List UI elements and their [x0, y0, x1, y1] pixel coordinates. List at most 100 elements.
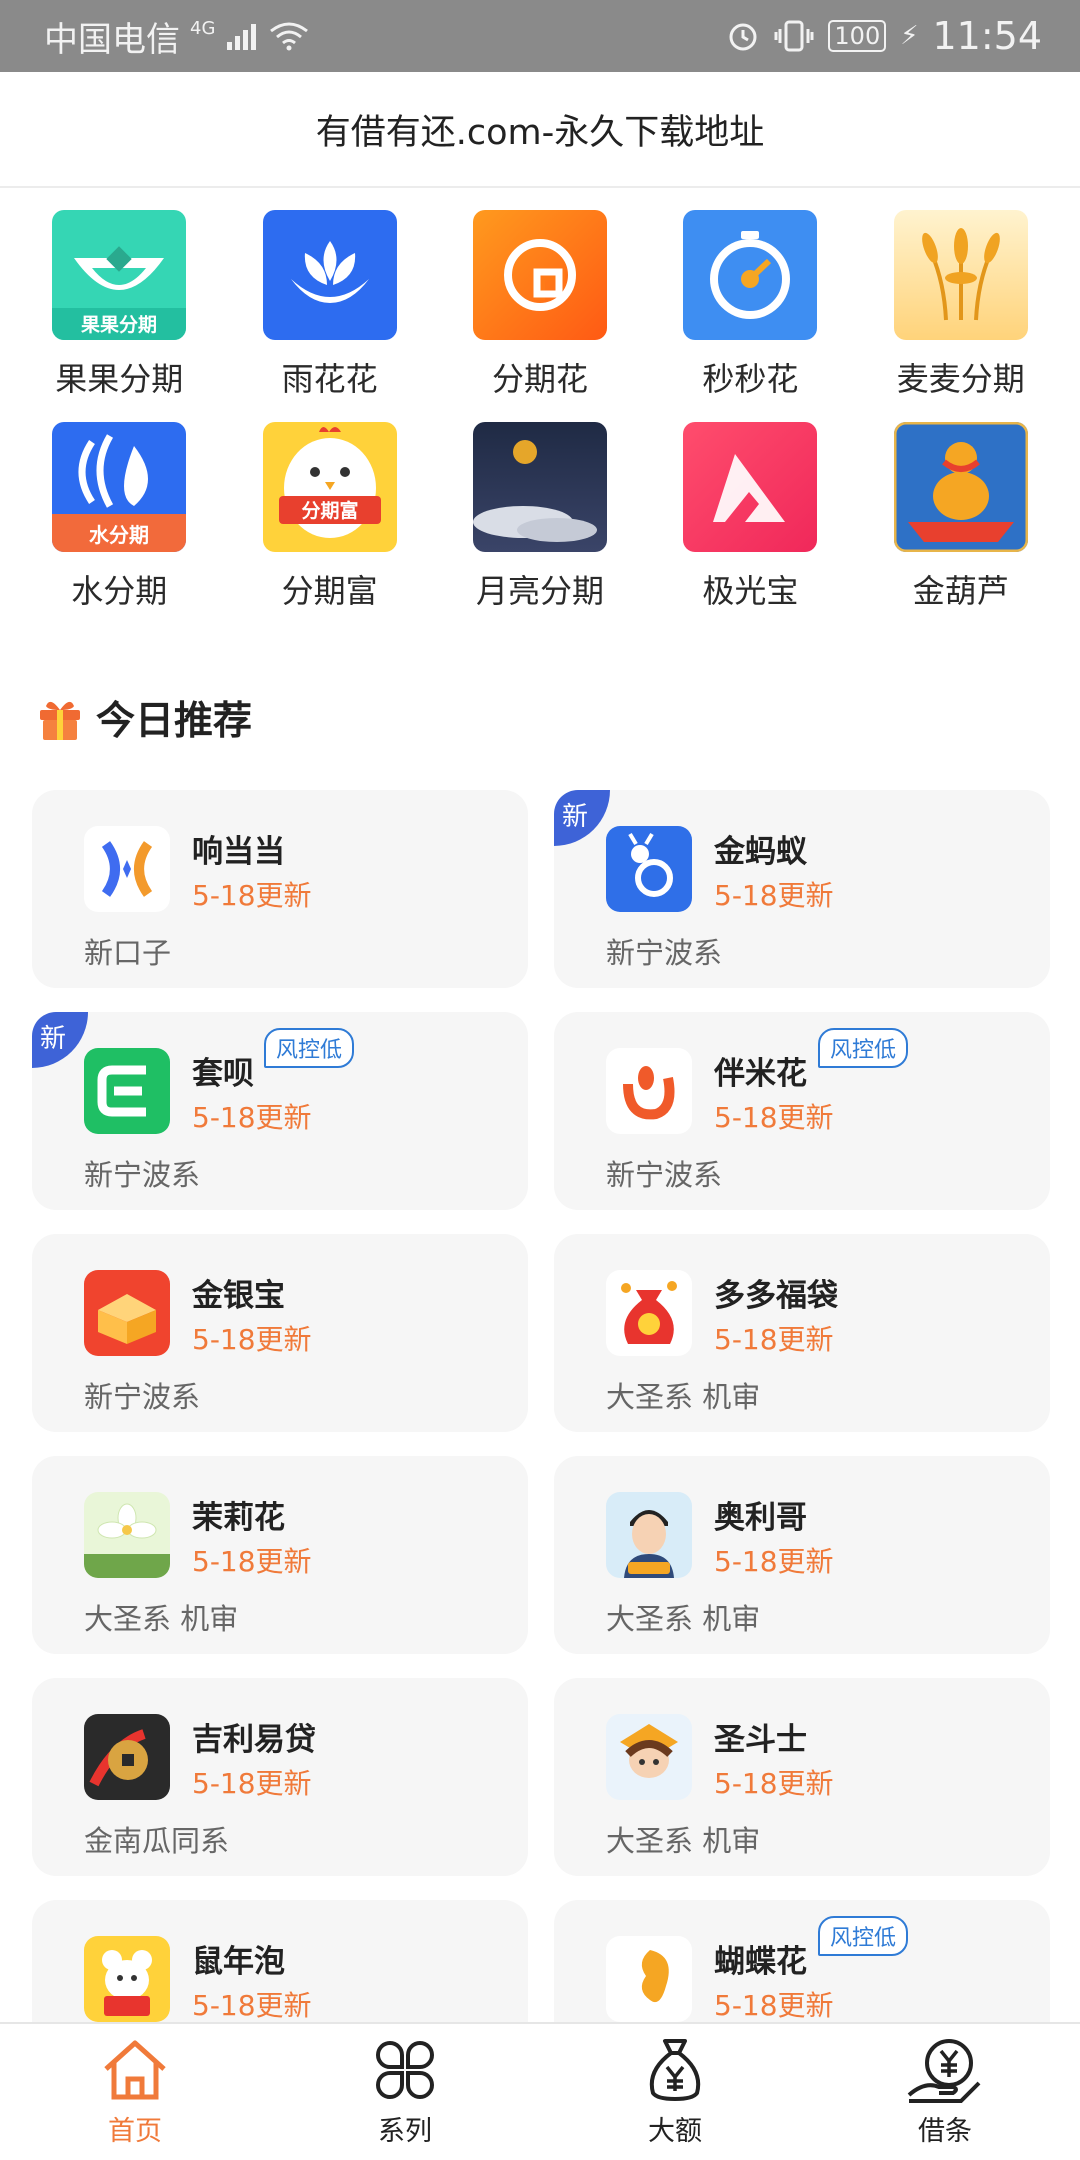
card-name: 蝴蝶花 [714, 1944, 807, 1980]
page-title: 有借有还.com-永久下载地址 [315, 112, 765, 153]
bottom-nav: 首页 系列 大额 借条 [0, 2022, 1080, 2160]
card-update-date: 5-18更新 [192, 1989, 312, 2022]
nav-home[interactable]: 首页 [0, 2024, 270, 2160]
svg-text:水分期: 水分期 [89, 523, 149, 547]
battery-indicator: 100 [828, 20, 887, 52]
money-bag-icon [649, 2038, 701, 2101]
app-label: 分期富 [281, 572, 378, 610]
loan-card[interactable]: 圣斗士 5-18更新 大圣系 机审 [554, 1678, 1050, 1876]
taobei-icon [84, 1048, 170, 1134]
card-series-tag: 大圣系 机审 [84, 1602, 239, 1636]
card-series-tag: 大圣系 机审 [606, 1824, 761, 1858]
card-update-date: 5-18更新 [192, 1101, 312, 1134]
loan-card[interactable]: 响当当 5-18更新 新口子 [32, 790, 528, 988]
loan-card[interactable]: 奥利哥 5-18更新 大圣系 机审 [554, 1456, 1050, 1654]
nav-iou[interactable]: 借条 [810, 2024, 1080, 2160]
app-item-fenqihua[interactable]: 分期花 [435, 210, 645, 400]
app-label: 果果分期 [55, 360, 184, 398]
card-series-tag: 大圣系 机审 [606, 1380, 761, 1414]
card-name: 鼠年泡 [192, 1944, 285, 1980]
wheat-icon [893, 210, 1028, 340]
app-item-shuifenqi[interactable]: 水分期 水分期 [14, 422, 224, 612]
section-title: 今日推荐 [96, 699, 253, 744]
card-name: 奥利哥 [714, 1500, 807, 1536]
nav-series[interactable]: 系列 [270, 2024, 540, 2160]
nav-label: 系列 [378, 2115, 432, 2147]
loan-card[interactable]: 金银宝 5-18更新 新宁波系 [32, 1234, 528, 1432]
card-series-tag: 新宁波系 [606, 1158, 723, 1192]
vibrate-icon [774, 20, 814, 52]
app-label: 雨花花 [281, 360, 378, 398]
card-update-date: 5-18更新 [714, 1323, 834, 1356]
card-update-date: 5-18更新 [714, 1989, 834, 2022]
app-label: 分期花 [491, 360, 588, 398]
card-update-date: 5-18更新 [192, 1545, 312, 1578]
card-update-date: 5-18更新 [714, 1767, 834, 1800]
clock-label: 11:54 [932, 14, 1042, 58]
coin-icon [84, 1714, 170, 1800]
nav-large-amount[interactable]: 大额 [540, 2024, 810, 2160]
loan-card[interactable]: 新 套呗 风控低 5-18更新 新宁波系 [32, 1012, 528, 1210]
app-item-jinhulu[interactable]: 金葫芦 [856, 422, 1066, 612]
app-item-maimai[interactable]: 麦麦分期 [856, 210, 1066, 400]
moon-icon [472, 422, 607, 552]
page-header: 有借有还.com-永久下载地址 [0, 72, 1080, 188]
banmihua-icon [606, 1048, 692, 1134]
app-item-fenqifu[interactable]: 分期富 分期富 [224, 422, 434, 612]
app-item-guoguo[interactable]: 果果分期 果果分期 [14, 210, 224, 400]
jasmine-icon [84, 1492, 170, 1578]
card-update-date: 5-18更新 [714, 1545, 834, 1578]
loan-card[interactable]: 多多福袋 5-18更新 大圣系 机审 [554, 1234, 1050, 1432]
app-label: 极光宝 [702, 572, 799, 610]
lucky-bag-icon [606, 1270, 692, 1356]
card-name: 金蚂蚁 [714, 834, 807, 870]
wifi-icon [270, 22, 309, 51]
loan-card[interactable]: 吉利易贷 5-18更新 金南瓜同系 [32, 1678, 528, 1876]
card-update-date: 5-18更新 [714, 879, 834, 912]
status-left: 中国电信 4G [44, 12, 309, 61]
card-name: 多多福袋 [714, 1278, 838, 1314]
card-series-tag: 新宁波系 [84, 1380, 201, 1414]
app-item-miaomiaohua[interactable]: 秒秒花 [645, 210, 855, 400]
card-update-date: 5-18更新 [192, 1767, 312, 1800]
water-icon: 水分期 [52, 422, 187, 552]
app-grid: 果果分期 果果分期 雨花花 分期花 秒秒花 麦麦分期 水分期 水分期 分期富 分… [14, 210, 1066, 612]
butterfly-icon [606, 1936, 692, 2022]
carrier-label: 中国电信 [44, 19, 180, 60]
card-update-date: 5-18更新 [192, 1323, 312, 1356]
card-name: 响当当 [192, 834, 285, 870]
card-series-tag: 新宁波系 [84, 1158, 201, 1192]
new-badge: 新 [32, 1012, 88, 1068]
card-name: 套呗 [192, 1056, 254, 1092]
app-label: 金葫芦 [912, 572, 1009, 610]
aolige-avatar-icon [606, 1492, 692, 1578]
loan-card[interactable]: 茉莉花 5-18更新 大圣系 机审 [32, 1456, 528, 1654]
card-name: 吉利易贷 [192, 1722, 316, 1758]
gourd-icon [893, 422, 1028, 552]
app-label: 水分期 [71, 572, 168, 610]
loan-card[interactable]: 伴米花 风控低 5-18更新 新宁波系 [554, 1012, 1050, 1210]
card-series-tag: 新口子 [84, 936, 172, 970]
card-name: 圣斗士 [714, 1722, 807, 1758]
card-series-tag: 金南瓜同系 [84, 1824, 230, 1858]
card-series-tag: 大圣系 机审 [606, 1602, 761, 1636]
grid-icon [375, 2040, 435, 2099]
card-update-date: 5-18更新 [192, 879, 312, 912]
app-label: 秒秒花 [702, 360, 799, 398]
risk-low-tag: 风控低 [818, 1028, 909, 1068]
loan-card[interactable]: 新 金蚂蚁 5-18更新 新宁波系 [554, 790, 1050, 988]
card-series-tag: 新宁波系 [606, 936, 723, 970]
card-name: 茉莉花 [192, 1500, 285, 1536]
app-item-yueliang[interactable]: 月亮分期 [435, 422, 645, 612]
section-header: 今日推荐 [36, 690, 252, 746]
alarm-icon [729, 23, 757, 51]
status-bar: 中国电信 4G 100 ⚡ 11:54 [0, 0, 1080, 72]
svg-text:分期富: 分期富 [301, 499, 358, 522]
yuan-hand-icon [907, 2038, 981, 2103]
app-item-jiguangbao[interactable]: 极光宝 [645, 422, 855, 612]
signal-icon [227, 24, 257, 50]
app-label: 月亮分期 [475, 572, 604, 610]
app-item-yuhuahua[interactable]: 雨花花 [224, 210, 434, 400]
new-badge: 新 [554, 790, 610, 846]
chick-icon: 分期富 [262, 422, 397, 552]
